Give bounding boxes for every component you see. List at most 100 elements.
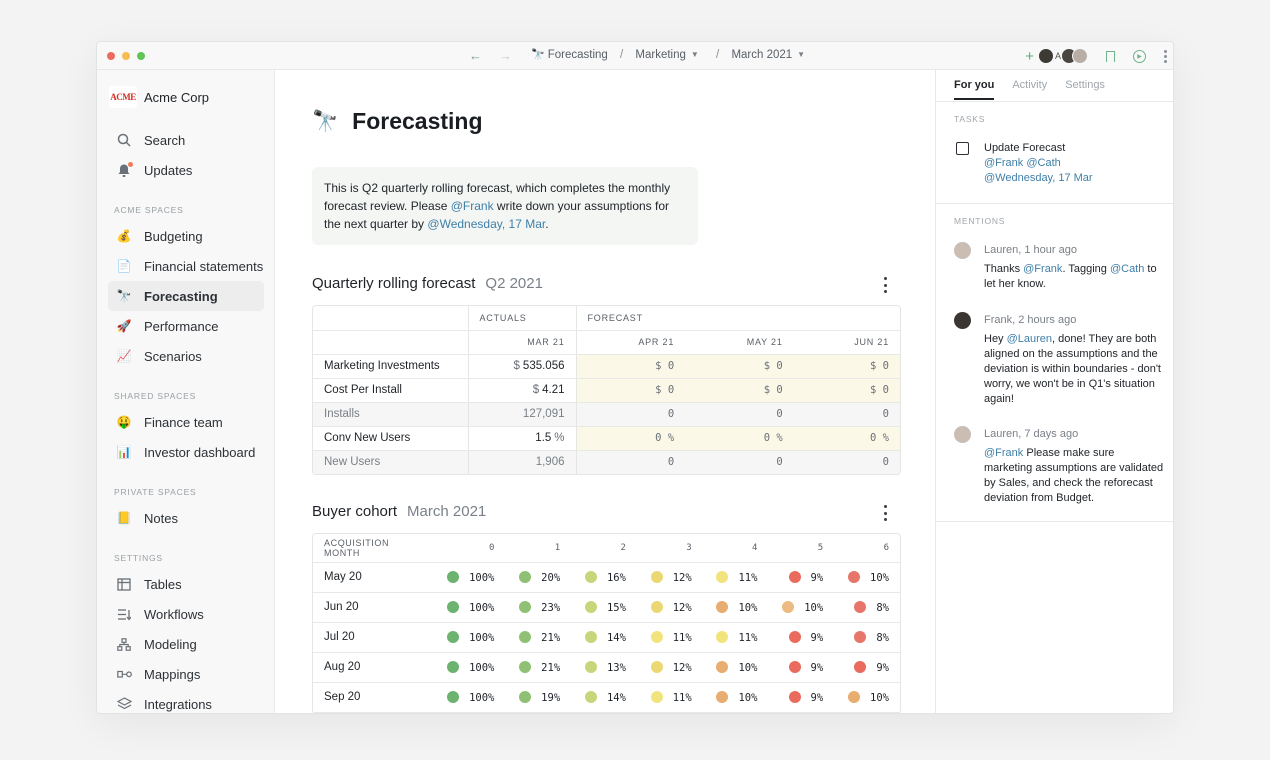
breadcrumb-marketing[interactable]: Marketing ▼: [635, 49, 698, 61]
cohort-cell[interactable]: 10%: [834, 682, 900, 713]
forecast-cell[interactable]: $ 0: [793, 378, 900, 403]
maximize-window-button[interactable]: [137, 52, 145, 60]
sidebar-item-updates[interactable]: Updates: [108, 155, 264, 185]
cohort-cell[interactable]: 9%: [768, 562, 835, 593]
cohort-cell[interactable]: 11%: [636, 682, 703, 713]
forecast-cell[interactable]: 0: [575, 450, 686, 474]
play-icon[interactable]: ▶: [1133, 49, 1146, 63]
cohort-cell[interactable]: 100%: [433, 682, 506, 713]
page-title-text[interactable]: Forecasting: [352, 108, 482, 135]
cohort-cell[interactable]: 11%: [702, 562, 769, 593]
mention-link[interactable]: @Lauren: [1007, 333, 1052, 345]
sidebar-item-mappings[interactable]: Mappings: [108, 659, 264, 689]
cohort-cell[interactable]: 100%: [433, 592, 506, 623]
forecast-cell[interactable]: 0: [793, 402, 900, 427]
cohort-cell[interactable]: 14%: [571, 682, 637, 713]
cohort-cell[interactable]: 9%: [768, 682, 835, 713]
task-assignees[interactable]: @Frank @Cath: [984, 156, 1093, 171]
cohort-cell[interactable]: 12%: [636, 652, 703, 683]
sidebar-item-forecasting[interactable]: 🔭 Forecasting: [108, 281, 264, 311]
forecast-cell[interactable]: 0: [685, 402, 794, 427]
cohort-cell[interactable]: 11%: [636, 622, 703, 653]
sidebar-item-scenarios[interactable]: 📈 Scenarios: [108, 341, 264, 371]
forecast-cell[interactable]: $ 0: [575, 354, 686, 379]
cohort-cell[interactable]: 100%: [433, 562, 506, 593]
cohort-cell[interactable]: 12%: [636, 562, 703, 593]
cohort-cell[interactable]: 9%: [768, 622, 835, 653]
more-vertical-icon[interactable]: [1164, 49, 1167, 63]
tab-settings[interactable]: Settings: [1065, 79, 1105, 100]
bookmark-icon[interactable]: [1106, 50, 1115, 62]
cohort-cell[interactable]: 14%: [571, 622, 637, 653]
description-note[interactable]: This is Q2 quarterly rolling forecast, w…: [312, 167, 698, 245]
cohort-cell[interactable]: 10%: [702, 592, 769, 623]
mention-link[interactable]: @Cath: [1110, 263, 1144, 275]
sidebar-item-modeling[interactable]: Modeling: [108, 629, 264, 659]
date-mention-link[interactable]: @Wednesday, 17 Mar: [427, 217, 545, 231]
actual-cell[interactable]: $4.21: [467, 378, 576, 403]
forward-arrow-icon[interactable]: →: [499, 48, 512, 63]
breadcrumb-march-2021[interactable]: March 2021 ▼: [731, 49, 805, 61]
forecast-cell[interactable]: $ 0: [685, 354, 794, 379]
task-checkbox[interactable]: [956, 142, 969, 155]
cohort-cell[interactable]: 15%: [571, 592, 637, 623]
minimize-window-button[interactable]: [122, 52, 130, 60]
cohort-cell[interactable]: 100%: [433, 622, 506, 653]
avatar[interactable]: [1072, 48, 1088, 64]
forecast-cell[interactable]: 0: [685, 450, 794, 474]
cohort-cell[interactable]: 10%: [768, 592, 835, 623]
cohort-cell[interactable]: 8%: [834, 622, 900, 653]
tab-for-you[interactable]: For you: [954, 79, 995, 100]
cohort-cell[interactable]: 20%: [505, 562, 572, 593]
close-window-button[interactable]: [107, 52, 115, 60]
mention-link[interactable]: @Frank: [451, 199, 494, 213]
task-due-date[interactable]: @Wednesday, 17 Mar: [984, 171, 1093, 186]
cohort-cell[interactable]: 8%: [834, 592, 900, 623]
cohort-cell[interactable]: 10%: [702, 652, 769, 683]
tab-activity[interactable]: Activity: [1012, 79, 1047, 100]
avatar[interactable]: [1037, 48, 1054, 64]
cohort-cell[interactable]: 12%: [636, 592, 703, 623]
cohort-cell[interactable]: 19%: [505, 682, 572, 713]
forecast-cell[interactable]: 0 %: [793, 426, 900, 451]
sidebar-item-notes[interactable]: 📒 Notes: [108, 503, 264, 533]
forecast-cell[interactable]: $ 0: [575, 378, 686, 403]
cohort-cell[interactable]: 100%: [433, 652, 506, 683]
sidebar-item-integrations[interactable]: Integrations: [108, 689, 264, 713]
forecast-cell[interactable]: $ 0: [685, 378, 794, 403]
sidebar-item-search[interactable]: Search: [108, 125, 264, 155]
sidebar-item-financial-statements[interactable]: 📄 Financial statements: [108, 251, 264, 281]
mention-link[interactable]: @Frank: [984, 447, 1023, 459]
workspace-switcher[interactable]: ACME Acme Corp: [109, 86, 209, 108]
sidebar-item-finance-team[interactable]: 🤑 Finance team: [108, 407, 264, 437]
actual-cell[interactable]: 127,091: [467, 402, 576, 427]
forecast-cell[interactable]: 0: [793, 450, 900, 474]
cohort-cell[interactable]: 21%: [505, 622, 572, 653]
task-item[interactable]: Update Forecast @Frank @Cath @Wednesday,…: [984, 141, 1093, 186]
forecast-cell[interactable]: 0: [575, 402, 686, 427]
actual-cell[interactable]: 1.5%: [467, 426, 576, 451]
sidebar-item-workflows[interactable]: Workflows: [108, 599, 264, 629]
actual-cell[interactable]: 1,906: [467, 450, 576, 474]
more-vertical-icon[interactable]: [880, 277, 890, 293]
more-vertical-icon[interactable]: [880, 505, 890, 521]
actual-cell[interactable]: $535.056: [467, 354, 576, 379]
cohort-cell[interactable]: 23%: [505, 592, 572, 623]
cohort-cell[interactable]: 10%: [702, 682, 769, 713]
cohort-cell[interactable]: 9%: [768, 652, 835, 683]
sidebar-item-budgeting[interactable]: 💰 Budgeting: [108, 221, 264, 251]
cohort-cell[interactable]: 9%: [834, 652, 900, 683]
back-arrow-icon[interactable]: ←: [469, 48, 482, 63]
breadcrumb-forecasting[interactable]: 🔭 Forecasting: [531, 48, 608, 61]
forecast-cell[interactable]: $ 0: [793, 354, 900, 379]
cohort-cell[interactable]: 10%: [834, 562, 900, 593]
forecast-cell[interactable]: 0 %: [685, 426, 794, 451]
forecast-cell[interactable]: 0 %: [575, 426, 686, 451]
mention-link[interactable]: @Frank: [1023, 263, 1062, 275]
cohort-cell[interactable]: 13%: [571, 652, 637, 683]
sidebar-item-tables[interactable]: Tables: [108, 569, 264, 599]
cohort-cell[interactable]: 16%: [571, 562, 637, 593]
cohort-cell[interactable]: 11%: [702, 622, 769, 653]
plus-icon[interactable]: +: [1025, 48, 1034, 65]
cohort-cell[interactable]: 21%: [505, 652, 572, 683]
